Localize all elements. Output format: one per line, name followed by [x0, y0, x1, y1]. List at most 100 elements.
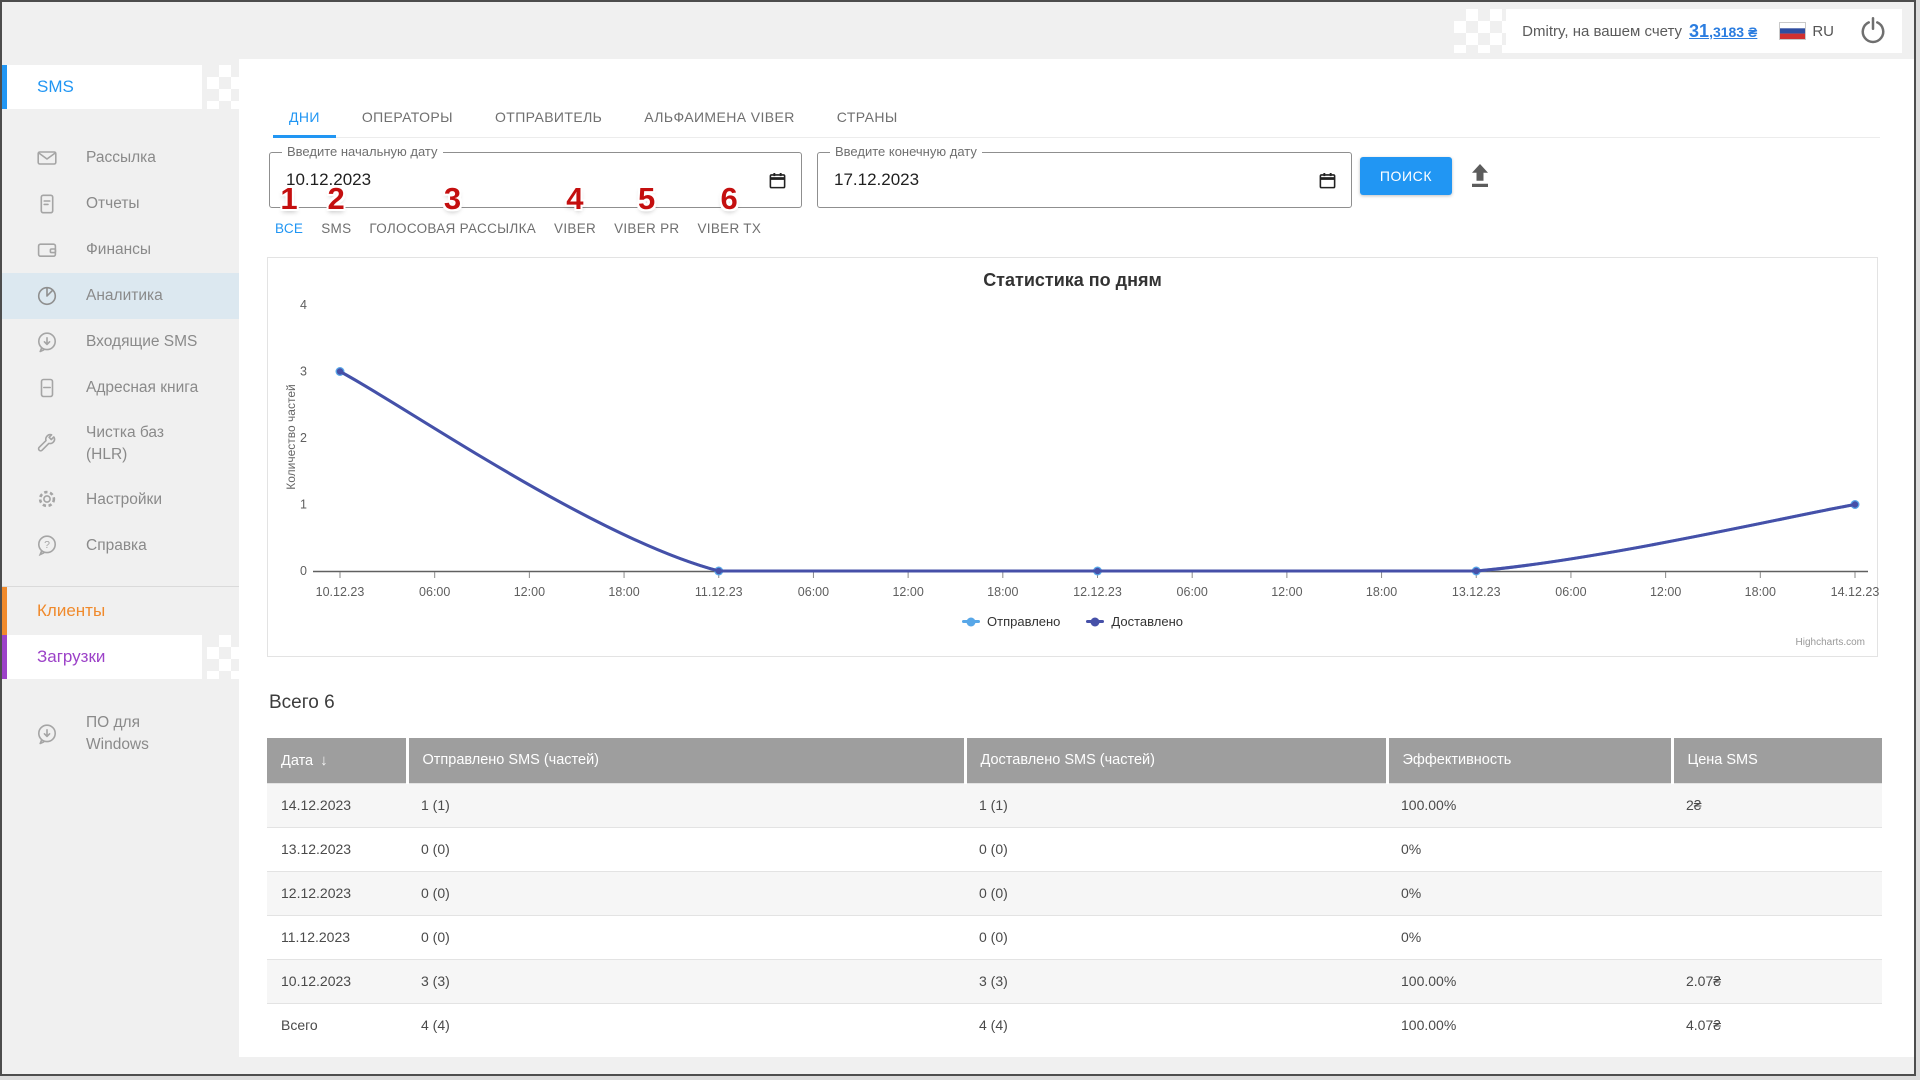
end-date-label: Введите конечную дату: [830, 144, 982, 159]
sidebar-item-otchety[interactable]: Отчеты: [2, 181, 239, 227]
language-code[interactable]: RU: [1812, 23, 1834, 40]
svg-text:2: 2: [300, 431, 307, 445]
svg-text:?: ?: [44, 539, 50, 551]
tab-dni[interactable]: ДНИ: [273, 97, 336, 137]
sidebar-section-sms[interactable]: SMS: [2, 65, 202, 109]
svg-text:06:00: 06:00: [419, 585, 450, 599]
search-button[interactable]: ПОИСК: [1360, 157, 1452, 195]
annotation-number-4: 4: [566, 183, 584, 214]
sidebar-item-vhodyashchie-sms[interactable]: Входящие SMS: [2, 319, 239, 365]
channel-filter-viber-pr[interactable]: 5 VIBER PR: [614, 215, 679, 236]
sidebar-section-downloads[interactable]: Загрузки: [2, 635, 202, 679]
legend-item[interactable]: Доставлено: [1086, 614, 1183, 629]
sidebar-item-chistka-baz-hlr[interactable]: Чистка баз (HLR): [2, 411, 239, 476]
top-bar: Dmitry, на вашем счету 31,3183 ₴ RU: [2, 2, 1914, 59]
svg-text:18:00: 18:00: [1366, 585, 1397, 599]
annotation-number-2: 2: [328, 183, 346, 214]
sidebar-item-rassylka[interactable]: Рассылка: [2, 135, 239, 181]
tab-otpravitel[interactable]: ОТПРАВИТЕЛЬ: [479, 97, 618, 137]
sidebar-section-sms-label: SMS: [37, 77, 74, 97]
annotation-number-6: 6: [721, 183, 739, 214]
table-row: 12.12.20230 (0)0 (0)0%: [267, 871, 1882, 915]
start-date-label: Введите начальную дату: [282, 144, 443, 159]
sidebar-item-adresnaya-kniga[interactable]: Адресная книга: [2, 365, 239, 411]
wallet-icon: [35, 238, 59, 262]
column-header-date[interactable]: Дата↓: [267, 738, 407, 783]
table-row: 13.12.20230 (0)0 (0)0%: [267, 827, 1882, 871]
column-header-efficiency: Эффективность: [1387, 738, 1672, 783]
download-icon: [35, 722, 59, 746]
sidebar-item-analitika[interactable]: Аналитика: [2, 273, 239, 319]
analytics-tabs: ДНИ ОПЕРАТОРЫ ОТПРАВИТЕЛЬ АЛЬФАИМЕНА VIB…: [273, 97, 1880, 138]
tab-alfaimena-viber[interactable]: АЛЬФАИМЕНА VIBER: [628, 97, 811, 137]
svg-text:18:00: 18:00: [608, 585, 639, 599]
svg-text:14.12.23: 14.12.23: [1831, 585, 1879, 599]
sidebar-section-clients[interactable]: Клиенты: [2, 587, 202, 635]
pie-chart-icon: [35, 284, 59, 308]
sidebar: SMS Рассылка Отчеты Финансы Аналитика: [2, 59, 239, 1074]
table-row: 14.12.20231 (1)1 (1)100.00%2₴: [267, 783, 1882, 827]
svg-text:12:00: 12:00: [1650, 585, 1681, 599]
svg-text:12.12.23: 12.12.23: [1073, 585, 1122, 599]
channel-filter-sms[interactable]: 2 SMS: [321, 215, 351, 236]
table-row: 10.12.20233 (3)3 (3)100.00%2.07₴: [267, 959, 1882, 1003]
svg-text:18:00: 18:00: [1745, 585, 1776, 599]
sidebar-item-po-dlya-windows[interactable]: ПО для Windows: [2, 701, 239, 766]
sidebar-item-spravka[interactable]: ? Справка: [2, 522, 239, 568]
table-row: 11.12.20230 (0)0 (0)0%: [267, 915, 1882, 959]
help-icon: ?: [35, 533, 59, 557]
column-header-sent: Отправлено SMS (частей): [407, 738, 965, 783]
line-chart: 10.12.2306:0012:0018:0011.12.2306:0012:0…: [268, 258, 1879, 658]
tab-strany[interactable]: СТРАНЫ: [821, 97, 914, 137]
svg-text:06:00: 06:00: [798, 585, 829, 599]
end-date-value[interactable]: 17.12.2023: [834, 170, 919, 190]
svg-text:0: 0: [300, 564, 307, 578]
stats-table: Дата↓ Отправлено SMS (частей) Доставлено…: [267, 738, 1882, 1047]
channel-filter-viber-tx[interactable]: 6 VIBER TX: [697, 215, 761, 236]
sidebar-item-finansy[interactable]: Финансы: [2, 227, 239, 273]
calendar-icon[interactable]: [768, 171, 787, 190]
annotation-number-3: 3: [444, 183, 462, 214]
svg-text:12:00: 12:00: [1271, 585, 1302, 599]
user-account-area: Dmitry, на вашем счету 31,3183 ₴ RU: [1506, 9, 1902, 53]
sidebar-item-nastroyki[interactable]: Настройки: [2, 476, 239, 522]
envelope-icon: [35, 146, 59, 170]
annotation-number-1: 1: [280, 183, 298, 214]
pixel-decoration: [1454, 9, 1506, 53]
svg-text:12:00: 12:00: [514, 585, 545, 599]
balance-link[interactable]: 31,3183 ₴: [1689, 21, 1757, 42]
inbox-icon: [35, 330, 59, 354]
sidebar-section-downloads-label: Загрузки: [37, 647, 105, 667]
svg-text:06:00: 06:00: [1177, 585, 1208, 599]
sort-descending-icon: ↓: [320, 752, 328, 769]
table-header-row: Дата↓ Отправлено SMS (частей) Доставлено…: [267, 738, 1882, 783]
power-icon: [1858, 15, 1888, 45]
chart-legend: Отправлено Доставлено: [268, 614, 1877, 629]
svg-text:13.12.23: 13.12.23: [1452, 585, 1501, 599]
app-window: Dmitry, на вашем счету 31,3183 ₴ RU SMS …: [0, 0, 1916, 1076]
legend-item[interactable]: Отправлено: [962, 614, 1060, 629]
highcharts-credits[interactable]: Highcharts.com: [1796, 637, 1865, 648]
calendar-icon[interactable]: [1318, 171, 1337, 190]
column-header-delivered: Доставлено SMS (частей): [965, 738, 1387, 783]
svg-text:06:00: 06:00: [1555, 585, 1586, 599]
end-date-field[interactable]: Введите конечную дату 17.12.2023: [817, 152, 1352, 208]
column-header-price: Цена SMS: [1672, 738, 1882, 783]
channel-filter-viber[interactable]: 4 VIBER: [554, 215, 596, 236]
svg-text:10.12.23: 10.12.23: [316, 585, 365, 599]
svg-text:3: 3: [300, 365, 307, 379]
svg-text:12:00: 12:00: [892, 585, 923, 599]
svg-text:4: 4: [300, 298, 307, 312]
chart-panel: Статистика по дням Количество частей 10.…: [267, 257, 1878, 657]
logout-power-button[interactable]: [1856, 14, 1890, 48]
report-icon: [35, 192, 59, 216]
channel-filters: 1 ВСЕ 2 SMS 3 ГОЛОСОВАЯ РАССЫЛКА 4 VIBER…: [275, 215, 761, 236]
export-upload-button[interactable]: [1465, 160, 1495, 190]
upload-icon: [1465, 160, 1495, 190]
tab-operatory[interactable]: ОПЕРАТОРЫ: [346, 97, 469, 137]
total-caption: Всего 6: [269, 692, 335, 714]
channel-filter-all[interactable]: 1 ВСЕ: [275, 215, 303, 236]
channel-filter-voice[interactable]: 3 ГОЛОСОВАЯ РАССЫЛКА: [369, 215, 536, 236]
sidebar-section-clients-label: Клиенты: [37, 601, 105, 621]
language-flag-icon[interactable]: [1779, 22, 1806, 40]
